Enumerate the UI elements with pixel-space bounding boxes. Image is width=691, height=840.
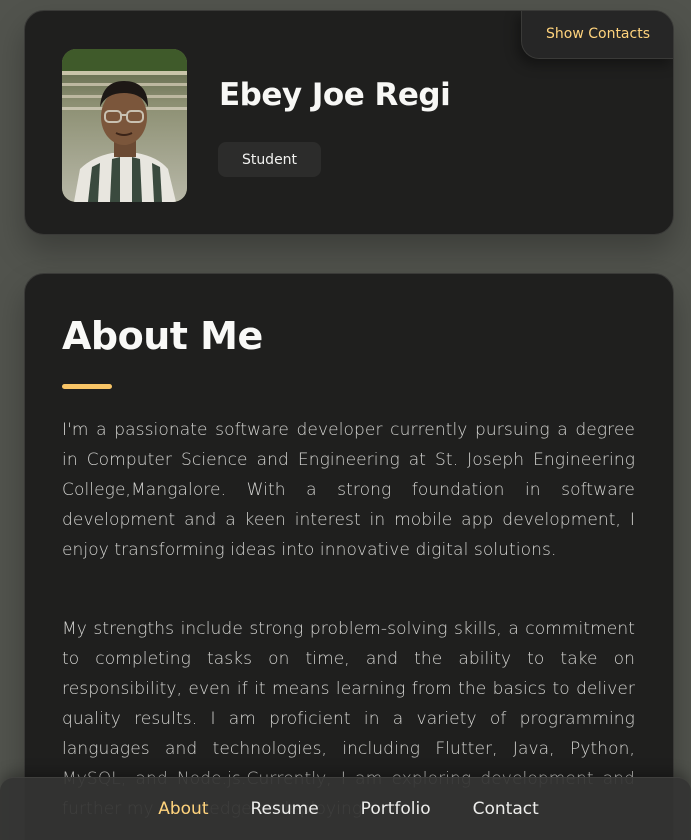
profile-name: Ebey Joe Regi [219, 77, 451, 113]
about-card: About Me I'm a passionate software devel… [24, 273, 674, 840]
show-contacts-button[interactable]: Show Contacts [521, 11, 673, 59]
nav-resume[interactable]: Resume [251, 799, 319, 819]
bottom-navbar: About Resume Portfolio Contact [0, 777, 691, 840]
profile-card: Ebey Joe Regi Student Show Contacts [24, 10, 674, 235]
page-title: About Me [62, 314, 263, 358]
profile-photo [62, 49, 187, 202]
nav-about[interactable]: About [158, 799, 208, 819]
avatar [62, 49, 187, 202]
nav-portfolio[interactable]: Portfolio [361, 799, 431, 819]
about-paragraph: I'm a passionate software developer curr… [62, 420, 635, 560]
nav-contact[interactable]: Contact [473, 799, 539, 819]
role-badge: Student [218, 142, 321, 177]
title-underline [62, 384, 112, 389]
